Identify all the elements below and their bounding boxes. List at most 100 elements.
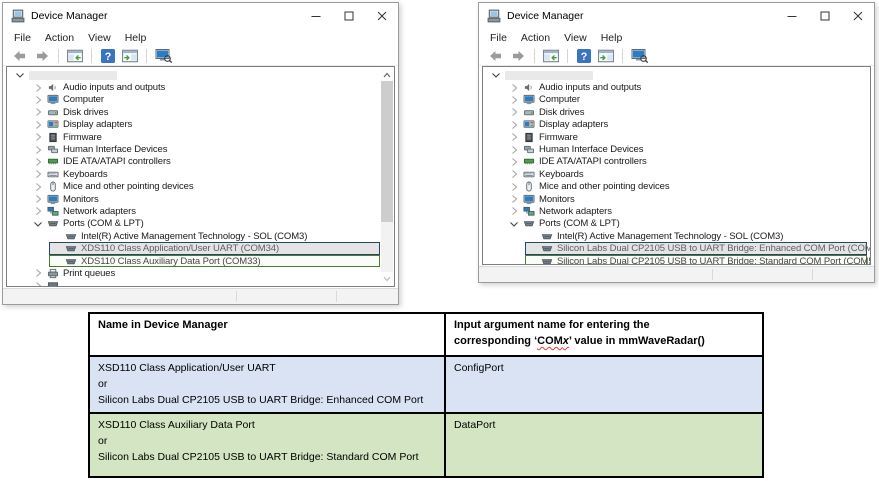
title-bar[interactable]: Device Manager: [3, 3, 398, 29]
tree-item-audio-inputs-and-outputs[interactable]: Audio inputs and outputs: [483, 81, 870, 93]
tree-item-label: Silicon Labs Dual CP2105 USB to UART Bri…: [557, 243, 870, 254]
tree-item-label: Human Interface Devices: [539, 144, 643, 155]
menu-action[interactable]: Action: [514, 32, 557, 44]
help-button[interactable]: ?: [100, 49, 116, 63]
tree-item-ide-ata-atapi-controllers[interactable]: IDE ATA/ATAPI controllers: [7, 156, 381, 168]
maximize-button[interactable]: [332, 3, 365, 29]
back-button[interactable]: [12, 49, 28, 63]
collapse-chevron-icon[interactable]: [33, 219, 47, 229]
expand-chevron-icon[interactable]: [509, 169, 523, 179]
expand-chevron-icon[interactable]: [33, 145, 47, 155]
expand-chevron-icon[interactable]: [509, 83, 523, 93]
tree-item-computer[interactable]: Computer: [7, 94, 381, 106]
expand-chevron-icon[interactable]: [33, 169, 47, 179]
scan-hardware-changes-button[interactable]: [155, 49, 173, 63]
tree-item-silabs-enhanced-com4[interactable]: Silicon Labs Dual CP2105 USB to UART Bri…: [483, 242, 870, 254]
collapse-chevron-icon[interactable]: [491, 70, 505, 80]
tree-item-keyboards[interactable]: Keyboards: [483, 168, 870, 180]
tree-item-human-interface-devices[interactable]: Human Interface Devices: [7, 143, 381, 155]
config-port-argument: ConfigPort: [446, 357, 762, 412]
expand-chevron-icon[interactable]: [509, 206, 523, 216]
tree-item-display-adapters[interactable]: Display adapters: [7, 119, 381, 131]
minimize-button[interactable]: [299, 3, 332, 29]
maximize-button[interactable]: [808, 3, 841, 29]
tree-item-intel-amt-sol-com3[interactable]: Intel(R) Active Management Technology - …: [7, 230, 381, 242]
tree-item-audio-inputs-and-outputs[interactable]: Audio inputs and outputs: [7, 81, 381, 93]
menu-help[interactable]: Help: [594, 32, 630, 44]
vertical-scrollbar[interactable]: [381, 68, 393, 285]
status-bar: [3, 288, 398, 304]
menu-view[interactable]: View: [81, 32, 118, 44]
expand-chevron-icon[interactable]: [509, 120, 523, 130]
expand-chevron-icon[interactable]: [509, 132, 523, 142]
tree-item-monitors[interactable]: Monitors: [483, 193, 870, 205]
expand-chevron-icon[interactable]: [33, 281, 47, 286]
expand-chevron-icon[interactable]: [33, 83, 47, 93]
tree-item-print-queues[interactable]: Print queues: [7, 267, 381, 279]
properties-button[interactable]: [598, 49, 614, 63]
tree-item-network-adapters[interactable]: Network adapters: [483, 205, 870, 217]
tree-item-ide-ata-atapi-controllers[interactable]: IDE ATA/ATAPI controllers: [483, 156, 870, 168]
collapse-chevron-icon[interactable]: [509, 219, 523, 229]
scroll-up-arrow-icon[interactable]: [381, 68, 393, 81]
tree-root-computer[interactable]: [483, 69, 870, 81]
tree-item-ports-com-lpt[interactable]: Ports (COM & LPT): [7, 218, 381, 230]
properties-button[interactable]: [122, 49, 138, 63]
expand-chevron-icon[interactable]: [33, 107, 47, 117]
tree-item-keyboards[interactable]: Keyboards: [7, 168, 381, 180]
tree-item-xds110-auxiliary-data-port-com33[interactable]: XDS110 Class Auxiliary Data Port (COM33): [7, 255, 381, 267]
expand-chevron-icon[interactable]: [509, 194, 523, 204]
computer-icon: [523, 94, 535, 105]
expand-chevron-icon[interactable]: [33, 95, 47, 105]
forward-button[interactable]: [34, 49, 50, 63]
scan-hardware-changes-button[interactable]: [631, 49, 649, 63]
help-button[interactable]: ?: [576, 49, 592, 63]
menu-action[interactable]: Action: [38, 32, 81, 44]
tree-item-firmware[interactable]: Firmware: [7, 131, 381, 143]
expand-chevron-icon[interactable]: [33, 120, 47, 130]
forward-button[interactable]: [510, 49, 526, 63]
tree-item-firmware[interactable]: Firmware: [483, 131, 870, 143]
expand-chevron-icon[interactable]: [33, 268, 47, 278]
tree-item-ports-com-lpt[interactable]: Ports (COM & LPT): [483, 218, 870, 230]
back-button[interactable]: [488, 49, 504, 63]
expand-chevron-icon[interactable]: [33, 132, 47, 142]
tree-item-disk-drives[interactable]: Disk drives: [7, 106, 381, 118]
close-button[interactable]: [841, 3, 874, 29]
expand-chevron-icon[interactable]: [33, 157, 47, 167]
expand-chevron-icon[interactable]: [509, 157, 523, 167]
tree-item-disk-drives[interactable]: Disk drives: [483, 106, 870, 118]
expand-chevron-icon[interactable]: [509, 95, 523, 105]
tree-item-network-adapters[interactable]: Network adapters: [7, 205, 381, 217]
scroll-down-arrow-icon[interactable]: [381, 272, 393, 285]
expand-chevron-icon[interactable]: [509, 107, 523, 117]
tree-item-computer[interactable]: Computer: [483, 94, 870, 106]
data-port-row: XSD110 Class Auxiliary Data Port or Sili…: [90, 412, 762, 476]
tree-item-mice[interactable]: Mice and other pointing devices: [483, 181, 870, 193]
tree-item-monitors[interactable]: Monitors: [7, 193, 381, 205]
menu-view[interactable]: View: [557, 32, 594, 44]
expand-chevron-icon[interactable]: [33, 194, 47, 204]
title-bar[interactable]: Device Manager: [479, 3, 874, 29]
tree-item-human-interface-devices[interactable]: Human Interface Devices: [483, 143, 870, 155]
tree-item-silabs-standard-com5[interactable]: Silicon Labs Dual CP2105 USB to UART Bri…: [483, 255, 870, 264]
tree-root-computer[interactable]: [7, 69, 381, 81]
minimize-button[interactable]: [775, 3, 808, 29]
tree-item-xds110-application-user-uart-com34[interactable]: XDS110 Class Application/User UART (COM3…: [7, 242, 381, 254]
expand-chevron-icon[interactable]: [33, 182, 47, 192]
show-console-tree-button[interactable]: [67, 49, 83, 63]
expand-chevron-icon[interactable]: [509, 145, 523, 155]
menu-file[interactable]: File: [7, 32, 38, 44]
expand-chevron-icon[interactable]: [33, 206, 47, 216]
tree-item-clipped[interactable]: [7, 280, 381, 286]
menu-file[interactable]: File: [483, 32, 514, 44]
collapse-chevron-icon[interactable]: [15, 70, 29, 80]
expand-chevron-icon[interactable]: [509, 182, 523, 192]
tree-item-intel-amt-sol-com3[interactable]: Intel(R) Active Management Technology - …: [483, 230, 870, 242]
tree-item-display-adapters[interactable]: Display adapters: [483, 119, 870, 131]
tree-item-mice[interactable]: Mice and other pointing devices: [7, 181, 381, 193]
close-button[interactable]: [365, 3, 398, 29]
show-console-tree-button[interactable]: [543, 49, 559, 63]
scrollbar-thumb[interactable]: [381, 81, 393, 222]
menu-help[interactable]: Help: [118, 32, 154, 44]
